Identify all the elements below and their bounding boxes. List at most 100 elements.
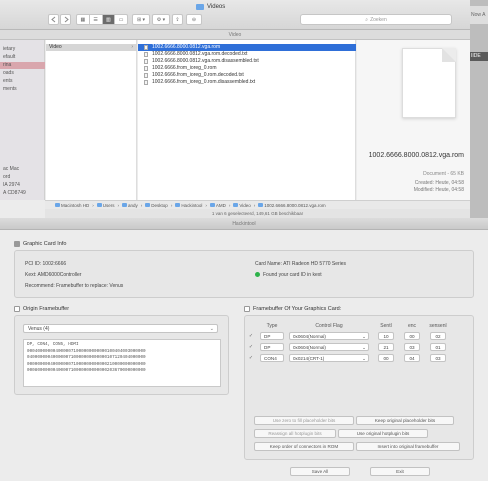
origin-framebuffer-select[interactable]: Venus (4) ⌄ — [23, 324, 218, 333]
framebuffer-checkbox[interactable] — [244, 306, 250, 312]
type-field[interactable]: DP — [260, 342, 284, 351]
breadcrumb-item[interactable]: Macintosh HD — [55, 202, 89, 208]
folder-icon — [196, 4, 204, 10]
sentl-field[interactable]: 10 — [378, 331, 394, 340]
sidebar-item[interactable]: oads — [0, 70, 45, 77]
search-input[interactable]: ⌕ Zoeken — [300, 14, 452, 25]
folder-icon — [258, 202, 264, 207]
gallery-view-button[interactable]: ▭ — [115, 15, 127, 24]
file-icon — [144, 59, 148, 64]
preview-kind: Document - 65 KB — [423, 171, 464, 177]
original-hotplug-button[interactable]: Use original hotplugin bits — [338, 429, 428, 438]
sidebar-item[interactable] — [0, 150, 45, 157]
breadcrumb-item[interactable]: andy — [122, 202, 138, 208]
sense-field[interactable]: 02 — [430, 331, 446, 340]
view-mode-segmented[interactable]: ▦ ☰ ▥ ▭ — [76, 14, 128, 25]
list-view-button[interactable]: ☰ — [90, 15, 103, 24]
framebuffer-line: DP, CON4, CON5, HDMI — [27, 342, 79, 347]
pci-id: PCI ID: 1002:6666 — [25, 261, 67, 267]
sidebar-item[interactable]: ac Mac — [0, 166, 45, 173]
separator-icon: › — [117, 202, 120, 208]
folder-icon — [145, 202, 151, 207]
column-parent: Video › — [46, 40, 137, 200]
arrange-button[interactable]: ⊞ ▾ — [132, 14, 150, 25]
insert-framebuffer-button[interactable]: Insert into original framebuffer — [356, 442, 460, 451]
reassign-hotplug-button[interactable]: Reassign all hotplugin bits — [254, 429, 336, 438]
breadcrumb-item[interactable]: AMD — [209, 202, 226, 208]
sidebar-item[interactable]: ietary — [0, 46, 45, 53]
enc-field[interactable]: 03 — [404, 342, 420, 351]
save-all-button[interactable]: Save All — [290, 467, 350, 476]
sentl-field[interactable]: 21 — [378, 342, 394, 351]
file-icon — [144, 45, 148, 50]
keep-connector-order-button[interactable]: Keep order of connectors in ROM — [254, 442, 354, 451]
finder-sidebar: ietary efault rina oads ents ments ac Mac ord IA… — [0, 40, 45, 200]
framebuffer-line: 0000000004000000071000000000000210000000… — [27, 361, 146, 367]
control-flag-select[interactable]: 0x0214(CRT-1) ⌄ — [289, 353, 369, 362]
breadcrumb-item[interactable]: Video — [233, 202, 251, 208]
use-zero-placeholder-button[interactable]: Use zero to fill placeholder bits — [254, 416, 354, 425]
type-field[interactable]: DP — [260, 331, 284, 340]
keep-placeholder-button[interactable]: Keep original placeholder bits — [356, 416, 454, 425]
action-button[interactable]: ⚙ ▾ — [152, 14, 170, 25]
column-item-selected[interactable]: Video › — [46, 44, 137, 51]
checkmark-icon[interactable]: ✓ — [249, 333, 253, 339]
file-row[interactable]: 1002.6666.8000.0812.vga.rom.disassembled… — [138, 58, 356, 65]
file-row[interactable]: 1002.6666.8000.0812.vga.rom.decoded.txt — [138, 51, 356, 58]
type-field[interactable]: CON4 — [260, 353, 284, 362]
chevron-right-icon — [64, 16, 69, 23]
separator-icon: › — [205, 202, 207, 208]
tags-button[interactable]: ⊖ — [186, 14, 202, 25]
col-enc: enc — [407, 322, 417, 329]
breadcrumb-item[interactable]: Hackintool — [175, 202, 202, 208]
checkmark-icon[interactable]: ✓ — [249, 344, 253, 350]
control-flag-select[interactable]: 0x0604(Normal) ⌄ — [289, 342, 369, 351]
sidebar-item[interactable] — [0, 126, 45, 133]
sense-field[interactable]: 01 — [430, 342, 446, 351]
enc-field[interactable]: 00 — [404, 331, 420, 340]
file-icon — [144, 73, 148, 78]
breadcrumb: Macintosh HD › Users › andy › Desktop › Hackinto… — [45, 200, 470, 209]
breadcrumb-item[interactable]: Desktop — [145, 202, 168, 208]
window-title: Videos — [196, 4, 225, 10]
back-button[interactable] — [48, 14, 59, 25]
sidebar-item[interactable]: A CD8749 — [0, 190, 45, 197]
sidebar-item[interactable] — [0, 94, 45, 101]
breadcrumb-item[interactable]: 1002.6666.8000.0812.vga.rom — [258, 202, 326, 208]
sidebar-item[interactable]: ord — [0, 174, 45, 181]
sidebar-item[interactable] — [0, 110, 45, 117]
file-row[interactable]: 1002.6666.from_ioreg_0.rom.disassembled.… — [138, 79, 356, 86]
exit-button[interactable]: Exit — [370, 467, 430, 476]
icon-view-button[interactable]: ▦ — [77, 15, 90, 24]
enc-field[interactable]: 04 — [404, 353, 420, 362]
sidebar-item[interactable] — [0, 118, 45, 125]
origin-checkbox[interactable] — [14, 306, 20, 312]
sidebar-item[interactable] — [0, 158, 45, 165]
sidebar-item[interactable]: rina — [0, 62, 45, 69]
origin-framebuffer-text[interactable]: DP, CON4, CON5, HDMI 00040000000400000710… — [23, 339, 221, 387]
column-view-button[interactable]: ▥ — [102, 15, 116, 24]
control-flag-select[interactable]: 0x0604(Normal) ⌄ — [289, 331, 369, 340]
chevron-left-icon — [51, 16, 56, 23]
forward-button[interactable] — [60, 14, 71, 25]
folder-icon — [233, 202, 239, 207]
connector-row: ✓ DP 0x0604(Normal) ⌄ 10 00 02 — [244, 330, 452, 341]
sidebar-item[interactable]: efault — [0, 54, 45, 61]
sidebar-item[interactable] — [0, 102, 45, 109]
breadcrumb-item[interactable]: Users — [96, 202, 115, 208]
file-row[interactable]: 1002.6666.from_ioreg_0.rom — [138, 65, 356, 72]
sidebar-item[interactable] — [0, 142, 45, 149]
sidebar-item[interactable]: ments — [0, 86, 45, 93]
graphics-info-box — [14, 250, 474, 298]
checkmark-icon[interactable]: ✓ — [249, 355, 253, 361]
sidebar-item[interactable]: ents — [0, 78, 45, 85]
col-control-flag: Control Flag — [315, 322, 343, 329]
share-button[interactable]: ⇪ — [172, 14, 183, 25]
col-sentl: Sentl — [380, 322, 392, 329]
file-row[interactable]: 1002.6666.from_ioreg_0.rom.decoded.txt — [138, 72, 356, 79]
sentl-field[interactable]: 00 — [378, 353, 394, 362]
sidebar-item[interactable] — [0, 134, 45, 141]
sense-field[interactable]: 03 — [430, 353, 446, 362]
file-row[interactable]: 1002.6666.8000.0812.vga.rom — [138, 44, 356, 51]
sidebar-item[interactable]: IA 2974 — [0, 182, 45, 189]
